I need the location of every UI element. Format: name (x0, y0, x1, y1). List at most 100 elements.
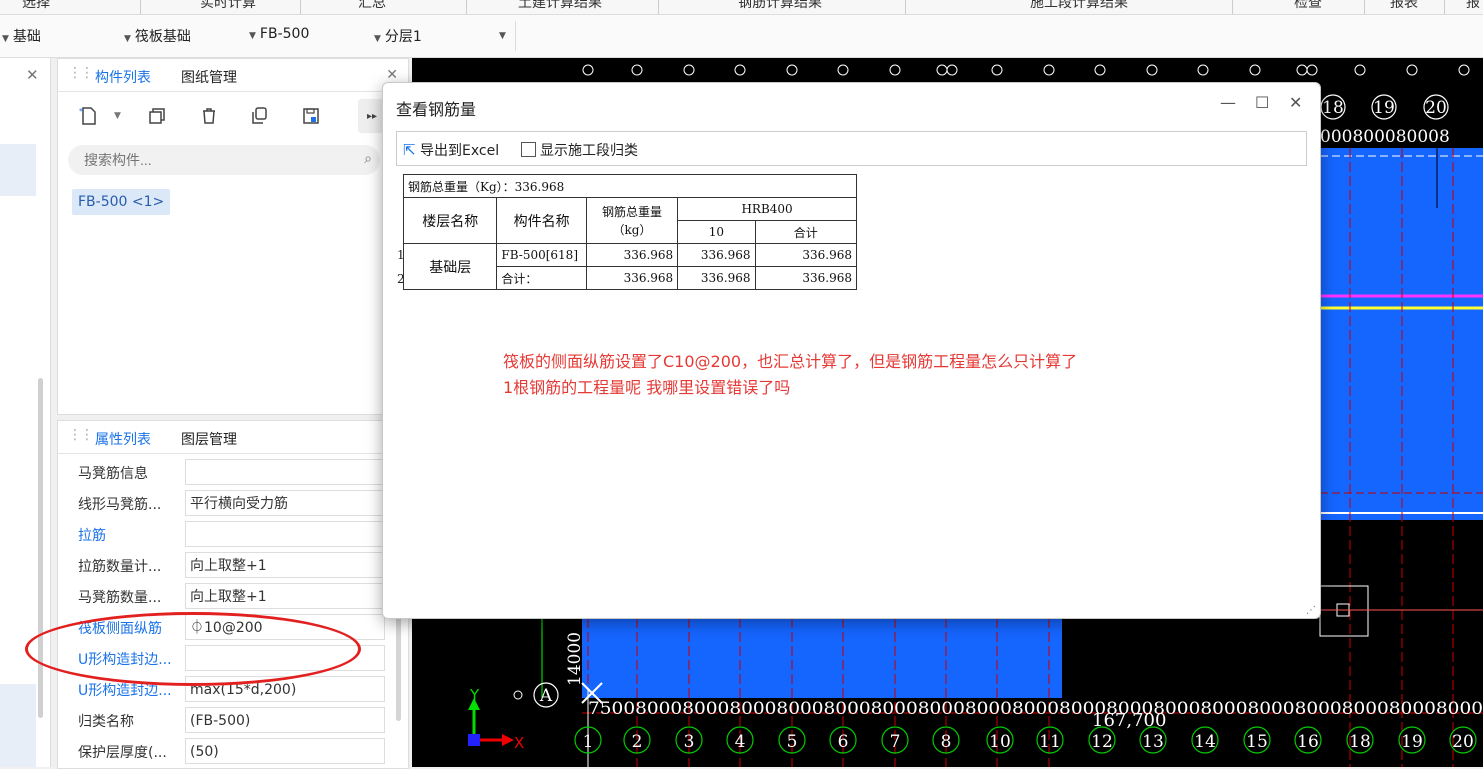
rebar-table: 钢筋总重量（Kg）：336.968 楼层名称 构件名称 钢筋总重量（kg） HR… (402, 174, 858, 290)
cell: 336.968 (585, 243, 679, 267)
drag-handle-icon[interactable]: ⋮⋮ (68, 65, 94, 81)
property-value[interactable]: (50) (185, 738, 385, 764)
annotation-ellipse (25, 612, 361, 686)
ribbon-stage-results[interactable]: 施工段计算结果 (1030, 0, 1128, 12)
close-icon[interactable]: ✕ (386, 67, 398, 83)
axis-label: 15 (1246, 732, 1268, 752)
search-input[interactable] (82, 151, 346, 169)
axis-label: 1 (583, 732, 594, 752)
save-to-library-icon[interactable] (294, 99, 328, 133)
tab-component-list[interactable]: 构件列表 (95, 67, 151, 87)
slab-region (582, 613, 1062, 698)
delete-icon[interactable] (192, 99, 226, 133)
component-selector[interactable]: ▼ FB-500 (249, 26, 309, 42)
dimension-total: 167,700 (1092, 710, 1166, 731)
header-sum: 合计 (754, 220, 858, 244)
ribbon-divider (1364, 0, 1365, 14)
cell: 合计： (496, 266, 587, 290)
property-row: 归类名称 (FB-500) (66, 707, 386, 735)
resize-grip-icon[interactable]: ⋰ (1306, 605, 1316, 616)
axis-label: 11 (1039, 732, 1061, 752)
maximize-icon[interactable]: ☐ (1255, 93, 1269, 112)
duplicate-icon[interactable] (242, 99, 276, 133)
note-line: 筏板的侧面纵筋设置了C10@200，也汇总计算了，但是钢筋工程量怎么只计算了 (503, 352, 1078, 371)
ribbon-realtime-calc[interactable]: 实时计算 (200, 0, 256, 12)
divider (58, 91, 408, 92)
category-selector[interactable]: ▼ 筏板基础 (124, 26, 191, 46)
cell: 336.968 (677, 266, 756, 290)
property-value[interactable]: 平行横向受力筋 (185, 490, 385, 516)
property-value[interactable] (185, 459, 385, 485)
table-total-label: 钢筋总重量（Kg）：336.968 (403, 174, 857, 198)
property-row: 马凳筋信息 (66, 459, 386, 487)
copy-icon[interactable] (140, 99, 174, 133)
header-component: 构件名称 (496, 197, 587, 244)
export-excel-button[interactable]: ⇱ 导出到Excel (403, 140, 499, 160)
dropdown-arrow-icon[interactable]: ▼ (114, 111, 121, 121)
close-icon[interactable]: ✕ (1289, 93, 1302, 112)
ribbon-divider (300, 0, 301, 14)
header-diameter: 10 (677, 220, 756, 244)
property-row: 保护层厚度(... (50) (66, 738, 386, 766)
scrollbar[interactable] (38, 378, 43, 718)
ribbon-civil-results[interactable]: 土建计算结果 (518, 0, 602, 12)
ribbon-divider (905, 0, 906, 14)
axis-label: 3 (684, 732, 695, 752)
axis-label: 19 (1401, 732, 1423, 752)
dropdown-arrow-icon: ▼ (499, 31, 506, 41)
property-name: 归类名称 (78, 714, 134, 730)
axis-label: 19 (1373, 98, 1395, 118)
axis-label: 13 (1142, 732, 1164, 752)
property-name: 拉筋 (78, 528, 106, 544)
nav-highlight[interactable] (0, 144, 36, 196)
ribbon-divider (1232, 0, 1233, 14)
list-item[interactable]: FB-500 <1> (72, 189, 171, 215)
dimension-label: 14000 (565, 632, 585, 686)
header-total-weight: 钢筋总重量（kg） (585, 197, 679, 244)
new-component-icon[interactable]: * (72, 99, 106, 133)
tab-layer-management[interactable]: 图层管理 (181, 429, 237, 449)
nav-highlight[interactable] (0, 684, 36, 767)
view-rebar-dialog: 查看钢筋量 — ☐ ✕ ⇱ 导出到Excel 显示施工段归类 1 2 钢筋总重量… (382, 82, 1321, 619)
property-name: 线形马凳筋... (78, 497, 162, 513)
layer-dropdown-arrow[interactable]: ▼ (499, 26, 510, 42)
header-floor: 楼层名称 (402, 197, 498, 244)
minimize-icon[interactable]: — (1220, 93, 1236, 112)
ribbon-select[interactable]: 选择 (22, 0, 50, 12)
layer-selector[interactable]: ▼ 分层1 (374, 26, 422, 46)
search-box[interactable]: ⌕ (68, 145, 380, 175)
annotation-note: 筏板的侧面纵筋设置了C10@200，也汇总计算了，但是钢筋工程量怎么只计算了 1… (503, 349, 1233, 401)
ribbon-summary[interactable]: 汇总 (358, 0, 386, 12)
axis-label: A (539, 686, 553, 706)
tab-property-list[interactable]: 属性列表 (95, 429, 151, 449)
cell: 336.968 (677, 243, 756, 267)
cell: 336.968 (754, 266, 858, 290)
ribbon-rebar-results[interactable]: 钢筋计算结果 (738, 0, 822, 12)
property-name: 马凳筋数量... (78, 590, 162, 606)
property-value[interactable]: 向上取整+1 (185, 583, 385, 609)
dropdown-arrow-icon: ▼ (374, 34, 381, 44)
ribbon-check[interactable]: 检查 (1294, 0, 1322, 12)
close-icon[interactable]: ✕ (26, 66, 39, 84)
axis-label: 20 (1452, 732, 1474, 752)
floor-type-selector[interactable]: ▼ 基础 (2, 26, 41, 46)
property-name: 保护层厚度(... (78, 745, 167, 761)
show-stage-checkbox[interactable]: 显示施工段归类 (521, 140, 638, 160)
drag-handle-icon[interactable]: ⋮⋮ (68, 427, 94, 443)
property-value[interactable]: (FB-500) (185, 707, 385, 733)
selector-bar: ▼ 基础 ▼ 筏板基础 ▼ FB-500 ▼ 分层1 ▼ (0, 15, 1483, 58)
axis-label: 2 (632, 732, 643, 752)
axis-label: 6 (838, 732, 849, 752)
checkbox-icon[interactable] (521, 142, 536, 157)
axis-label: 20 (1425, 98, 1447, 118)
axis-label: 18 (1349, 732, 1371, 752)
cell: 336.968 (585, 266, 679, 290)
ucs-y-label: Y (469, 686, 480, 704)
ribbon-more[interactable]: 报 (1466, 0, 1480, 12)
tab-drawing-management[interactable]: 图纸管理 (181, 67, 237, 87)
search-icon[interactable]: ⌕ (364, 151, 372, 167)
property-value[interactable] (185, 521, 385, 547)
property-value[interactable]: 向上取整+1 (185, 552, 385, 578)
dropdown-arrow-icon: ▼ (124, 34, 131, 44)
ribbon-report[interactable]: 报表 (1390, 0, 1418, 12)
